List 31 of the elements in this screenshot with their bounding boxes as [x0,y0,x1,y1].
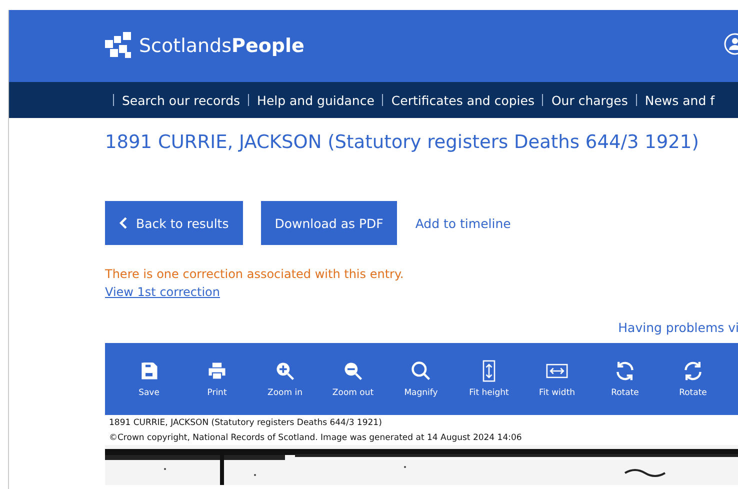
image-caption: 1891 CURRIE, JACKSON (Statutory registers Deaths 644/3 1921) [108,417,383,430]
toolbar-button[interactable]: Fit width [523,360,591,398]
toolbar-button[interactable]: Zoom in [251,360,319,398]
toolbar-button[interactable]: Magnify [387,360,455,398]
timeline-link[interactable]: Add to timeline [415,216,511,230]
toolbar-button[interactable]: Fit height [455,360,523,398]
toolbar-button[interactable]: Zoom out [319,360,387,398]
print-icon [206,360,228,382]
help-link[interactable]: Having problems vi [618,320,738,335]
download-button[interactable]: Download as PDF [260,201,398,245]
zoom-out-icon [342,360,364,382]
nav-link[interactable]: Certificates and copies [391,92,534,108]
toolbar-button[interactable]: Print [183,360,251,398]
toolbar-button[interactable]: Rotate [659,360,727,398]
chevron-left-icon [119,217,128,229]
logo-text[interactable]: ScotlandsPeople [139,35,304,57]
nav-link[interactable]: News and f [644,92,715,108]
toolbar-button[interactable]: Rotate [591,360,659,398]
nav-link[interactable]: Help and guidance [257,92,374,108]
search-icon [410,360,432,382]
nav-link[interactable]: Our charges [551,92,628,108]
image-caption: ©Crown copyright, National Records of Scotland. Image was generated at 14 August 2024 14:06 [108,432,523,445]
back-button[interactable]: Back to results [105,201,243,245]
correction-message: There is one correction associated with this entry. [105,267,405,281]
record-title: 1891 CURRIE, JACKSON (Statutory registers Deaths 644/3 1921) [105,132,700,153]
zoom-in-icon [274,360,296,382]
rotate-icon [682,360,704,382]
nav-link[interactable]: Search our records [122,92,240,108]
rotate-icon [614,360,636,382]
toolbar-button[interactable]: Save [115,360,183,398]
correction-link[interactable]: View 1st correction [105,285,220,299]
